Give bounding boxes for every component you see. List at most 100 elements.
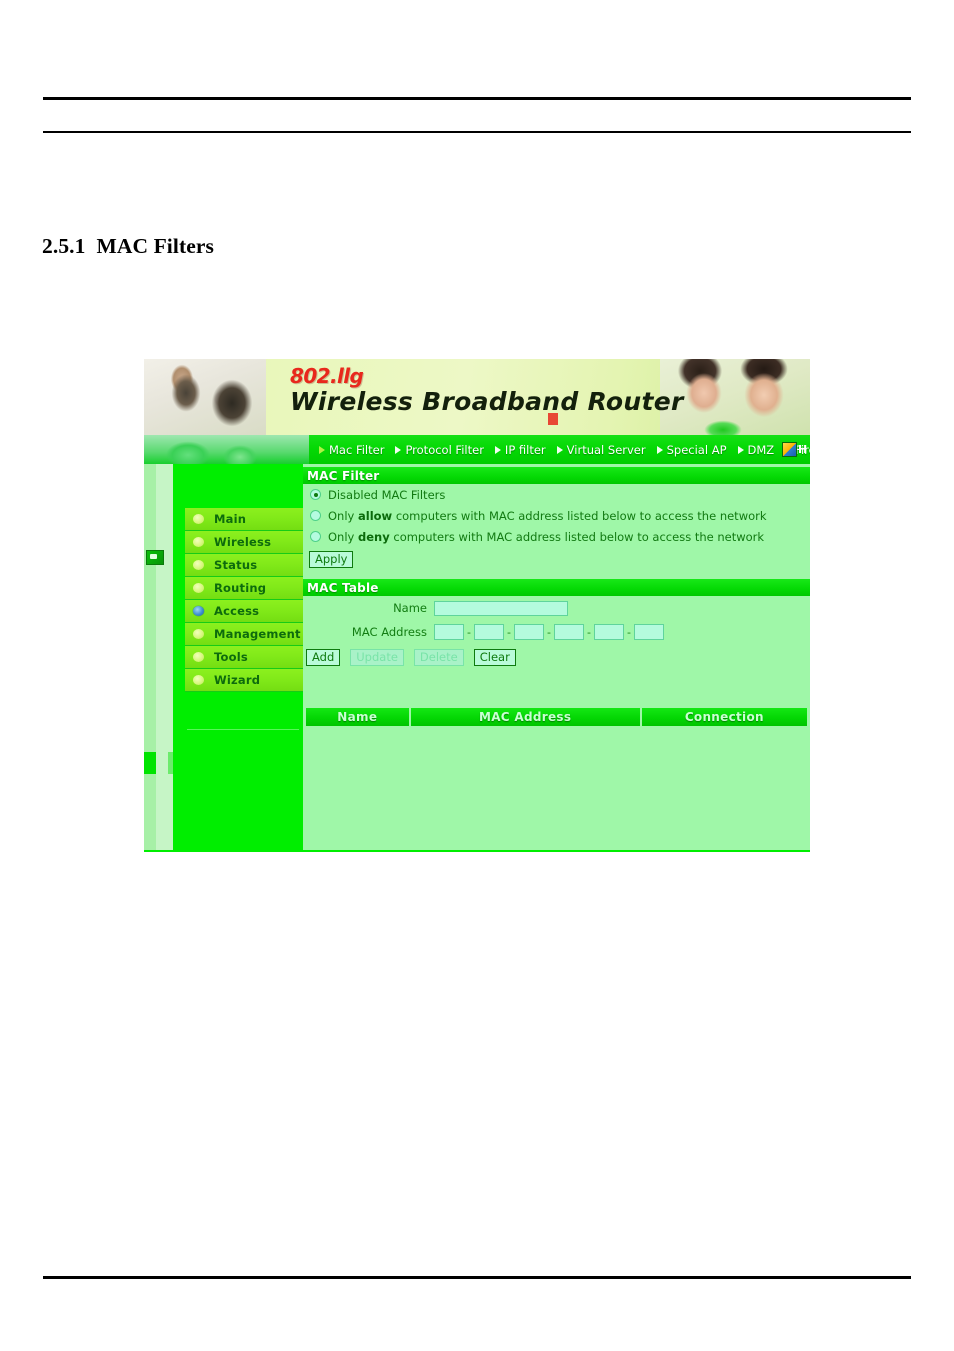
bullet-icon bbox=[193, 514, 204, 524]
sidebar-item-label: Routing bbox=[214, 581, 267, 595]
mac-separator: - bbox=[586, 625, 591, 639]
bullet-icon bbox=[193, 675, 204, 685]
sidebar-item-label: Access bbox=[214, 604, 260, 618]
content-area: MAC Filter Disabled MAC Filters Only all… bbox=[303, 464, 810, 852]
nav-item-dmz[interactable]: DMZ bbox=[730, 443, 778, 457]
help-icon bbox=[782, 442, 797, 457]
mac-separator: - bbox=[506, 625, 511, 639]
mac-separator: - bbox=[546, 625, 551, 639]
mac-octet-6[interactable] bbox=[633, 624, 664, 640]
help-label: H bbox=[798, 443, 808, 456]
radio-label-strong: allow bbox=[358, 508, 393, 523]
sidebar-item-label: Wizard bbox=[214, 673, 261, 687]
apply-row: Apply bbox=[303, 547, 810, 569]
top-navbar: Mac Filter Protocol Filter IP filter Vir… bbox=[144, 435, 810, 464]
chevron-right-icon bbox=[395, 445, 402, 454]
add-button[interactable]: Add bbox=[306, 648, 341, 666]
nav-label: DMZ bbox=[747, 442, 775, 457]
nav-item-virtual-server[interactable]: Virtual Server bbox=[549, 443, 649, 457]
help-button[interactable]: H bbox=[782, 440, 809, 459]
nav-label: Virtual Server bbox=[566, 442, 646, 457]
mac-octet-4[interactable] bbox=[553, 624, 584, 640]
sidebar: Main Wireless Status Routing Access Mana… bbox=[173, 464, 303, 852]
page-header-rule-bottom bbox=[43, 131, 911, 133]
left-rail-tab bbox=[144, 752, 156, 774]
mac-filter-panel-title: MAC Filter bbox=[303, 467, 810, 484]
table-header-connection: Connection bbox=[641, 708, 807, 726]
sidebar-item-tools[interactable]: Tools bbox=[185, 646, 303, 669]
ui-body: Main Wireless Status Routing Access Mana… bbox=[144, 464, 810, 852]
radio-option-disabled[interactable]: Disabled MAC Filters bbox=[303, 484, 810, 505]
mac-octet-1[interactable] bbox=[434, 624, 464, 640]
radio-icon-checked[interactable] bbox=[310, 489, 321, 500]
mac-octet-5[interactable] bbox=[593, 624, 624, 640]
radio-label-strong: deny bbox=[358, 529, 390, 544]
sidebar-item-label: Main bbox=[214, 512, 247, 526]
nav-item-protocol-filter[interactable]: Protocol Filter bbox=[387, 443, 486, 457]
mac-address-field-row: MAC Address - - - - - bbox=[303, 620, 810, 644]
bullet-icon bbox=[193, 583, 204, 593]
mac-separator: - bbox=[626, 625, 631, 639]
mac-octet-3[interactable] bbox=[513, 624, 544, 640]
navbar-photo-strip bbox=[144, 435, 309, 464]
bullet-icon bbox=[193, 629, 204, 639]
corner-badge-icon bbox=[146, 550, 164, 565]
sidebar-item-access[interactable]: Access bbox=[185, 600, 303, 623]
sidebar-item-management[interactable]: Management bbox=[185, 623, 303, 646]
bullet-icon bbox=[193, 537, 204, 547]
radio-icon[interactable] bbox=[310, 510, 321, 521]
bullet-icon-selected bbox=[193, 606, 204, 616]
radio-label: Only deny computers with MAC address lis… bbox=[328, 530, 764, 544]
banner-product-label: Wireless Broadband Router bbox=[290, 387, 684, 416]
mac-filter-panel: MAC Filter Disabled MAC Filters Only all… bbox=[303, 467, 810, 569]
left-rail-gap bbox=[156, 464, 185, 852]
banner-photo-left bbox=[144, 359, 266, 435]
router-web-ui: 802.llg Wireless Broadband Router Mac Fi… bbox=[144, 359, 810, 852]
mac-address-label: MAC Address bbox=[351, 625, 427, 639]
mac-octet-2[interactable] bbox=[473, 624, 504, 640]
sidebar-item-status[interactable]: Status bbox=[185, 554, 303, 577]
sidebar-menu: Main Wireless Status Routing Access Mana… bbox=[185, 508, 303, 692]
left-rail bbox=[144, 464, 156, 852]
sidebar-item-routing[interactable]: Routing bbox=[185, 577, 303, 600]
delete-button: Delete bbox=[413, 648, 464, 666]
nav-item-ip-filter[interactable]: IP filter bbox=[487, 443, 549, 457]
page-footer-rule bbox=[43, 1276, 911, 1279]
sidebar-divider bbox=[187, 729, 299, 730]
sidebar-item-label: Management bbox=[214, 627, 301, 641]
banner-accent-dot bbox=[548, 413, 558, 425]
radio-option-allow[interactable]: Only allow computers with MAC address li… bbox=[303, 505, 810, 526]
apply-button[interactable]: Apply bbox=[309, 551, 354, 568]
banner-standard-label: 802.llg bbox=[290, 364, 364, 388]
table-header-name: Name bbox=[306, 708, 409, 726]
radio-icon[interactable] bbox=[310, 531, 321, 542]
table-header-mac-address: MAC Address bbox=[410, 708, 640, 726]
nav-item-special-ap[interactable]: Special AP bbox=[649, 443, 730, 457]
sidebar-item-wizard[interactable]: Wizard bbox=[185, 669, 303, 692]
mac-table-button-row: Add Update Delete Clear bbox=[303, 644, 810, 668]
banner-title: 802.llg Wireless Broadband Router bbox=[290, 365, 710, 417]
nav-item-mac-filter[interactable]: Mac Filter bbox=[311, 443, 387, 457]
sidebar-item-wireless[interactable]: Wireless bbox=[185, 531, 303, 554]
radio-label: Only allow computers with MAC address li… bbox=[328, 509, 767, 523]
navbar-items: Mac Filter Protocol Filter IP filter Vir… bbox=[311, 435, 810, 464]
sidebar-item-label: Wireless bbox=[214, 535, 272, 549]
page-header-rule-top bbox=[43, 97, 911, 100]
update-button: Update bbox=[350, 648, 404, 666]
radio-option-deny[interactable]: Only deny computers with MAC address lis… bbox=[303, 526, 810, 547]
sidebar-item-main[interactable]: Main bbox=[185, 508, 303, 531]
radio-label-pre: Only bbox=[328, 508, 358, 523]
banner-leaf-graphic bbox=[698, 419, 748, 435]
name-label: Name bbox=[393, 601, 427, 615]
chevron-right-icon bbox=[319, 445, 325, 454]
name-input[interactable] bbox=[434, 600, 568, 616]
bullet-icon bbox=[193, 560, 204, 570]
radio-label-pre: Only bbox=[328, 529, 358, 544]
chevron-right-icon bbox=[494, 445, 501, 454]
radio-label: Disabled MAC Filters bbox=[328, 487, 446, 502]
name-field-row: Name bbox=[303, 596, 810, 620]
nav-label: Special AP bbox=[666, 442, 727, 457]
nav-label: IP filter bbox=[504, 442, 546, 457]
clear-button[interactable]: Clear bbox=[473, 648, 516, 666]
nav-label: Mac Filter bbox=[329, 442, 385, 457]
